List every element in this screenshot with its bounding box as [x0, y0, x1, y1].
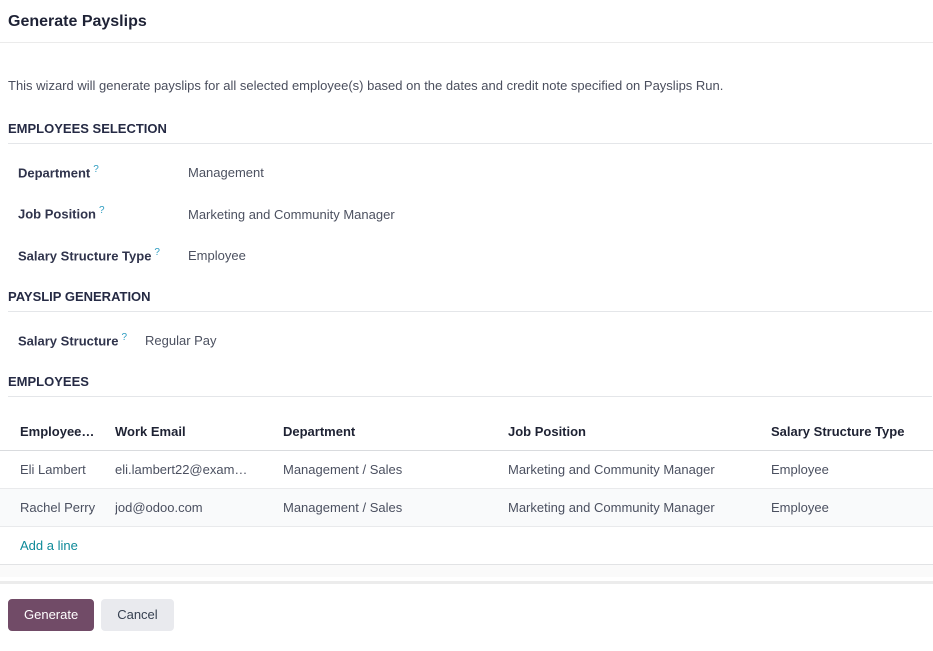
cell-department: Management / Sales: [283, 462, 403, 478]
field-row-department: Department? Management: [18, 162, 933, 181]
cancel-button[interactable]: Cancel: [101, 599, 174, 632]
cell-job-position: Marketing and Community Manager: [508, 462, 715, 478]
add-line-row: Add a line: [0, 527, 933, 566]
dialog-footer: Generate Cancel: [8, 599, 933, 632]
wizard-description: This wizard will generate payslips for a…: [8, 78, 724, 93]
cell-salary-structure-type: Employee: [771, 500, 829, 516]
cell-work-email: jod@odoo.com: [115, 500, 203, 516]
field-row-job-position: Job Position? Marketing and Community Ma…: [18, 203, 933, 222]
employees-table: Employee… Work Email Department Job Posi…: [0, 413, 933, 578]
field-label-cell: Department?: [18, 162, 188, 181]
help-icon[interactable]: ?: [121, 332, 127, 343]
cell-job-position: Marketing and Community Manager: [508, 500, 715, 516]
help-icon[interactable]: ?: [93, 164, 99, 175]
salary-structure-label: Salary Structure: [18, 333, 119, 349]
field-label-cell: Salary Structure?: [18, 330, 127, 349]
dialog-header: Generate Payslips: [0, 0, 933, 43]
table-row[interactable]: Eli Lambert eli.lambert22@exam… Manageme…: [0, 451, 933, 490]
table-filler: [0, 565, 933, 578]
job-position-value[interactable]: Marketing and Community Manager: [188, 207, 395, 223]
column-header-salary-structure-type[interactable]: Salary Structure Type: [771, 424, 933, 439]
table-header-row: Employee… Work Email Department Job Posi…: [0, 413, 933, 452]
help-icon[interactable]: ?: [154, 247, 160, 258]
salary-structure-value[interactable]: Regular Pay: [145, 333, 217, 349]
column-header-work-email[interactable]: Work Email: [115, 424, 283, 439]
field-label-cell: Salary Structure Type?: [18, 245, 188, 264]
cell-employee: Eli Lambert: [20, 462, 86, 478]
column-header-employee[interactable]: Employee…: [20, 424, 115, 439]
salary-structure-type-label: Salary Structure Type: [18, 247, 152, 263]
salary-structure-type-value[interactable]: Employee: [188, 248, 246, 264]
footer-divider: [0, 581, 933, 585]
column-header-job-position[interactable]: Job Position: [508, 424, 771, 439]
department-label: Department: [18, 165, 91, 181]
field-row-salary-structure: Salary Structure? Regular Pay: [18, 330, 933, 349]
cell-department: Management / Sales: [283, 500, 403, 516]
column-header-department[interactable]: Department: [283, 424, 508, 439]
generate-button[interactable]: Generate: [8, 599, 95, 632]
cell-salary-structure-type: Employee: [771, 462, 829, 478]
section-heading-employees-selection: EMPLOYEES SELECTION: [8, 121, 932, 144]
employees-selection-fields: Department? Management Job Position? Mar…: [18, 162, 933, 264]
section-heading-payslip-generation: PAYSLIP GENERATION: [8, 289, 932, 312]
field-label-cell: Job Position?: [18, 203, 188, 222]
department-value[interactable]: Management: [188, 165, 264, 181]
help-icon[interactable]: ?: [99, 205, 105, 216]
cell-work-email: eli.lambert22@exam…: [115, 462, 248, 478]
page-title: Generate Payslips: [8, 13, 147, 30]
add-line-link[interactable]: Add a line: [20, 538, 78, 553]
job-position-label: Job Position: [18, 206, 96, 222]
section-heading-employees: EMPLOYEES: [8, 374, 932, 398]
field-row-salary-structure-type: Salary Structure Type? Employee: [18, 245, 933, 264]
table-row[interactable]: Rachel Perry jod@odoo.com Management / S…: [0, 489, 933, 528]
payslip-generation-fields: Salary Structure? Regular Pay: [18, 330, 933, 349]
cell-employee: Rachel Perry: [20, 500, 96, 516]
